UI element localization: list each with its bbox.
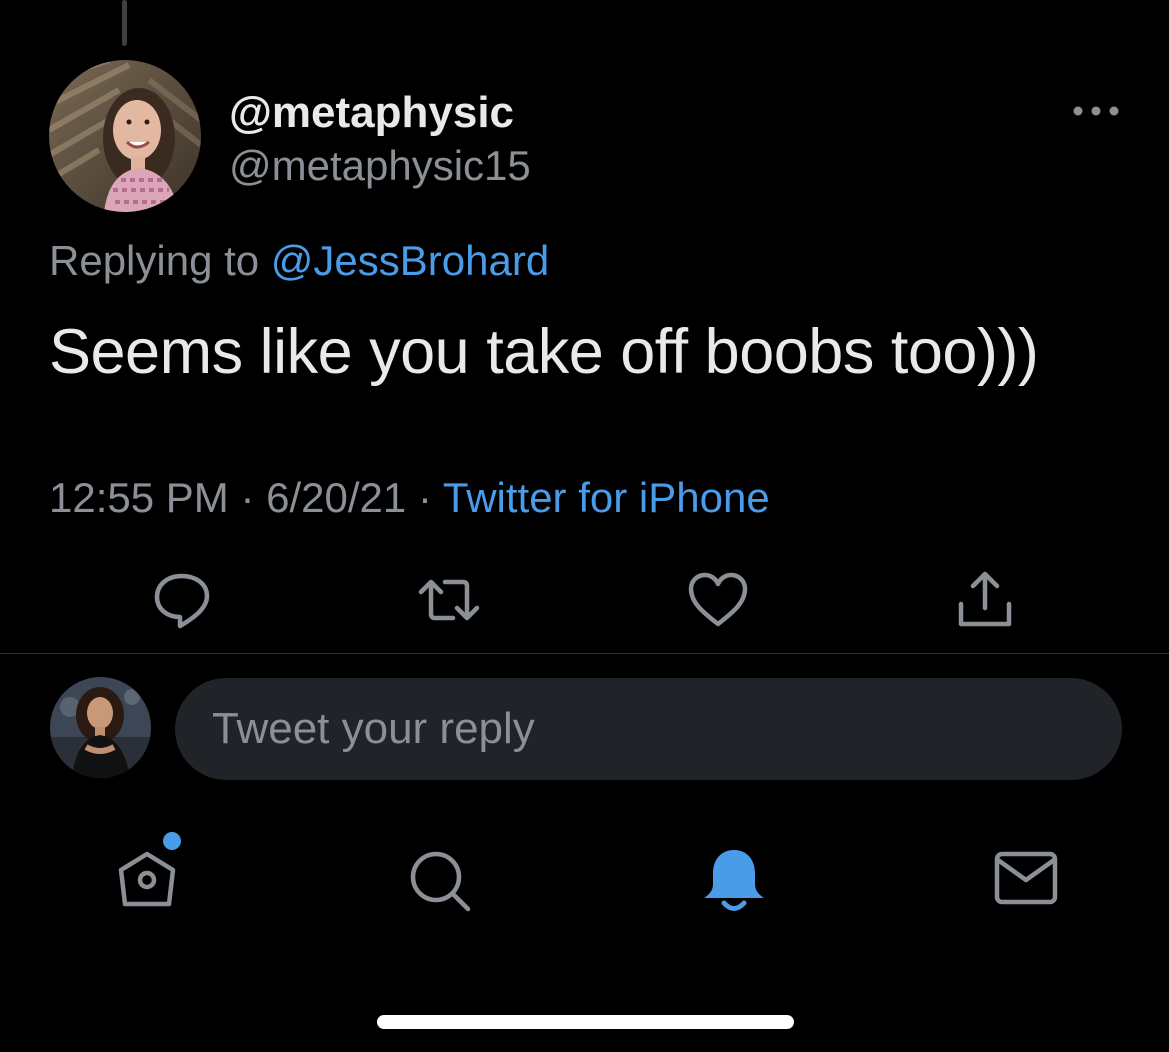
bell-icon [704,850,764,911]
tweet-text: Seems like you take off boobs too))) [49,317,1039,387]
home-indicator[interactable] [377,1015,794,1029]
current-user-avatar[interactable] [50,677,151,778]
share-icon [958,571,1012,627]
replying-to-mention[interactable]: @JessBrohard [271,237,549,284]
author-display-name[interactable]: @metaphysic [229,88,514,138]
tab-home[interactable] [105,840,189,924]
replying-to-prefix: Replying to [49,237,260,284]
home-notification-dot [163,832,181,850]
retweet-button[interactable] [417,568,481,632]
thread-connector-line [122,0,127,46]
tweet-meta: 12:55 PM · 6/20/21 · Twitter for iPhone [49,474,770,522]
share-button[interactable] [953,568,1017,632]
tab-notifications[interactable] [692,840,776,924]
more-options-icon[interactable] [1068,96,1124,126]
search-icon [410,851,471,912]
author-handle[interactable]: @metaphysic15 [229,142,531,190]
retweet-icon [418,579,480,621]
divider [0,653,1169,654]
tab-messages[interactable] [985,840,1069,924]
tab-search[interactable] [398,840,482,924]
like-button[interactable] [686,568,750,632]
replying-to-line: Replying to @JessBrohard [49,237,549,285]
speech-bubble-icon [154,573,210,629]
mail-icon [994,851,1058,905]
meta-separator: · [240,474,255,521]
reply-button[interactable] [150,568,214,632]
tweet-time: 12:55 PM [49,474,229,521]
heart-icon [688,572,748,627]
tweet-date: 6/20/21 [266,474,407,521]
reply-input[interactable] [175,678,1122,780]
meta-separator: · [417,474,432,521]
tweet-source-link[interactable]: Twitter for iPhone [443,474,770,521]
author-avatar[interactable] [49,60,201,212]
home-icon [118,851,176,907]
